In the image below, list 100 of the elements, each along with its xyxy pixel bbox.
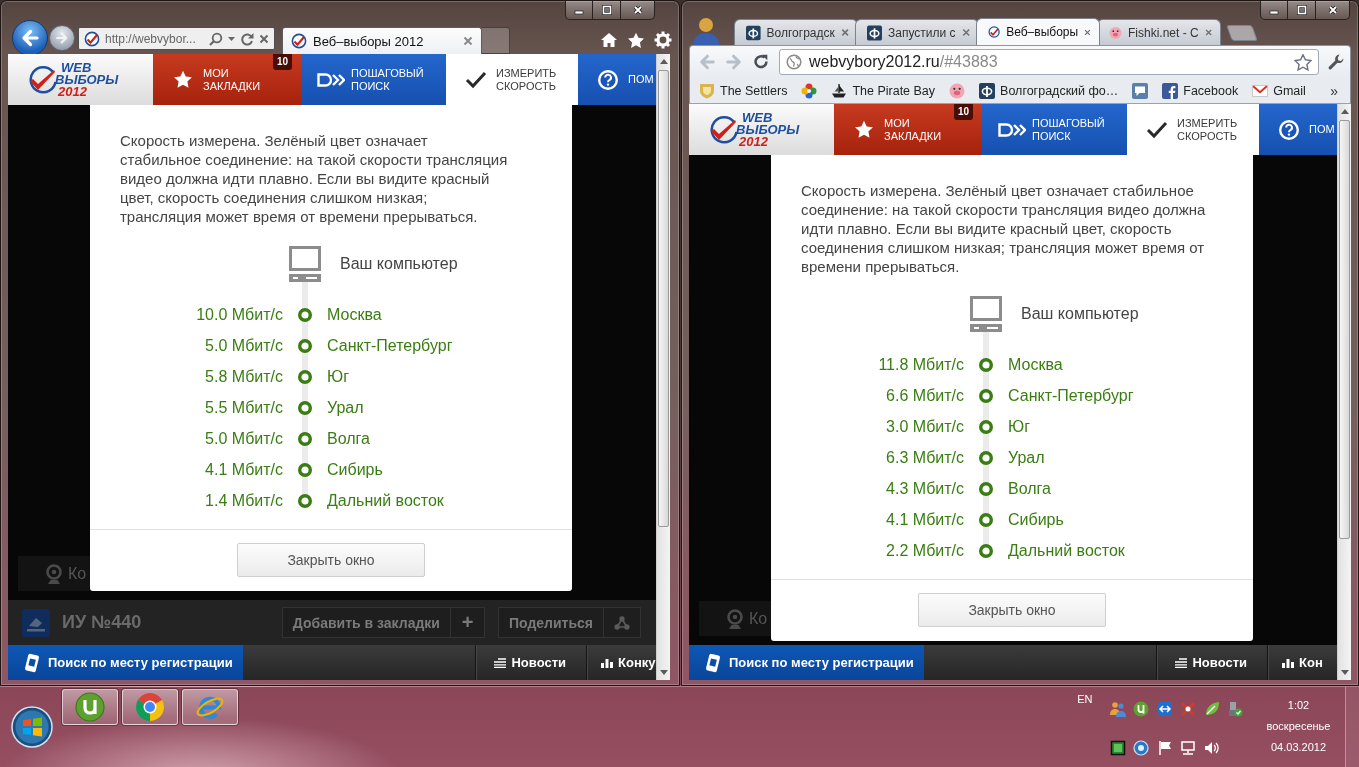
menu-tab[interactable]: ПОМ xyxy=(1259,104,1337,155)
region-name: Сибирь xyxy=(1008,510,1065,529)
clock-time[interactable]: 1:02 xyxy=(1287,699,1310,712)
close-icon[interactable] xyxy=(840,28,849,37)
scroll-thumb[interactable] xyxy=(658,70,669,528)
more-bookmarks-button[interactable]: » xyxy=(1330,82,1338,99)
menu-tab[interactable]: ПОШАГОВЫЙ ПОИСК xyxy=(301,54,446,105)
close-icon[interactable] xyxy=(1204,28,1212,37)
wrench-icon[interactable] xyxy=(1327,53,1345,71)
list-icon xyxy=(1175,657,1188,668)
close-dialog-button[interactable]: Закрыть окно xyxy=(237,543,425,577)
region-name: Дальний восток xyxy=(327,491,445,510)
users-icon[interactable] xyxy=(1109,701,1126,717)
browser-tab[interactable]: Волгоградск xyxy=(734,19,858,45)
leaf-icon[interactable] xyxy=(1203,701,1220,717)
language-indicator[interactable]: EN xyxy=(1077,693,1093,705)
bar-chart-icon xyxy=(1282,657,1294,668)
back-icon xyxy=(20,28,40,48)
cross-icon[interactable] xyxy=(1180,701,1196,717)
browser-tab[interactable]: Fishki.net - С xyxy=(1097,19,1221,45)
remote-icon[interactable] xyxy=(1156,701,1173,717)
new-tab-button[interactable] xyxy=(1226,25,1258,41)
menu-tab[interactable]: МОИ ЗАКЛАДКИ 10 xyxy=(834,104,982,155)
maximize-button[interactable] xyxy=(1288,1,1316,20)
menu-tab[interactable]: ИЗМЕРИТЬ СКОРОСТЬ xyxy=(446,54,578,105)
close-icon[interactable] xyxy=(463,36,473,46)
circle-icon[interactable] xyxy=(1133,740,1149,756)
caret-icon[interactable] xyxy=(228,36,235,41)
add-bookmark-button[interactable]: Добавить в закладки xyxy=(281,607,451,638)
network-icon[interactable] xyxy=(1180,740,1196,756)
logo-panel[interactable]: WEB ВЫБОРЫ 2012 xyxy=(8,54,153,105)
maximize-button[interactable] xyxy=(593,1,621,20)
menu-tab[interactable]: МОИ ЗАКЛАДКИ 10 xyxy=(153,54,301,105)
logo-check-icon xyxy=(27,64,57,95)
logo-panel[interactable]: WEB ВЫБОРЫ 2012 xyxy=(689,104,834,155)
home-icon[interactable] xyxy=(600,32,618,48)
forward-icon xyxy=(55,31,69,45)
square-icon[interactable] xyxy=(1109,740,1126,756)
close-icon[interactable] xyxy=(259,33,269,44)
region-name: Москва xyxy=(327,305,383,324)
count-badge: 10 xyxy=(272,54,292,70)
minimize-button[interactable] xyxy=(565,1,593,20)
footer-link[interactable]: Новости xyxy=(1156,645,1267,680)
speed-value: 5.0 Мбит/с xyxy=(205,429,283,448)
browser-tab[interactable]: Запустили с xyxy=(855,19,979,45)
bookmark-star-icon[interactable] xyxy=(1294,53,1312,71)
menu-tab[interactable]: ПОШАГОВЫЙ ПОИСК xyxy=(982,104,1127,155)
star-icon[interactable] xyxy=(627,31,645,49)
refresh-icon[interactable] xyxy=(240,31,254,46)
speed-value: 3.0 Мбит/с xyxy=(886,417,964,436)
menu-tab[interactable]: ИЗМЕРИТЬ СКОРОСТЬ xyxy=(1127,104,1259,155)
taskbar-app-button[interactable] xyxy=(62,689,118,725)
registration-search-button[interactable]: Поиск по месту регистрации xyxy=(8,645,243,680)
share-button[interactable]: Поделиться xyxy=(497,607,604,638)
close-button[interactable] xyxy=(1316,1,1350,20)
minimize-button[interactable] xyxy=(1260,1,1288,20)
bookmark-link[interactable]: The Settlers xyxy=(694,79,793,102)
search-icon[interactable] xyxy=(209,31,223,46)
close-icon[interactable] xyxy=(961,28,970,37)
speaker-icon[interactable] xyxy=(1203,740,1220,756)
footer-link[interactable]: Новости xyxy=(475,645,586,680)
disc-logo-icon[interactable] xyxy=(1133,701,1149,717)
flag-icon[interactable] xyxy=(1156,740,1173,756)
registration-search-button[interactable]: Поиск по месту регистрации xyxy=(689,645,924,680)
speed-value: 6.3 Мбит/с xyxy=(886,448,964,467)
region-name: Урал xyxy=(327,398,365,417)
taskbar-app-button[interactable] xyxy=(182,689,238,725)
close-button[interactable] xyxy=(621,1,655,20)
close-icon[interactable] xyxy=(1084,27,1091,37)
browser-tab[interactable]: Веб–выборы 2012 xyxy=(282,27,482,54)
bookmark-link[interactable]: Facebook xyxy=(1157,79,1244,102)
back-button[interactable] xyxy=(12,20,48,56)
reload-icon[interactable] xyxy=(752,53,770,71)
new-tab-button[interactable] xyxy=(482,27,510,54)
star-icon xyxy=(173,70,193,89)
plus-button[interactable]: + xyxy=(450,607,485,638)
bookmark-link[interactable]: Волгоградский фо… xyxy=(974,79,1124,102)
maximize-icon xyxy=(601,5,612,15)
share-icon-button[interactable] xyxy=(604,607,641,638)
region-name: Дальний восток xyxy=(1008,541,1126,560)
check-icon xyxy=(465,70,487,89)
avatar-icon[interactable] xyxy=(691,15,721,45)
scroll-thumb[interactable] xyxy=(1339,120,1350,539)
start-icon[interactable] xyxy=(11,706,53,748)
speed-value: 2.2 Мбит/с xyxy=(886,541,964,560)
bookmark-link[interactable]: The Pirate Bay xyxy=(826,79,941,102)
browser-tab[interactable]: Веб–выборы xyxy=(976,18,1100,45)
forum-logo-icon xyxy=(746,24,761,41)
logo-text: 2012 xyxy=(739,135,768,148)
taskbar-app-button[interactable] xyxy=(122,689,178,725)
menu-tab[interactable]: ПОМ xyxy=(578,54,656,105)
address-bar[interactable]: webvybory2012.ru/#43883 xyxy=(779,49,1319,75)
speed-value: 1.4 Мбит/с xyxy=(205,491,283,510)
settings-icon[interactable] xyxy=(654,31,672,49)
count-badge: 10 xyxy=(953,104,973,120)
close-dialog-button[interactable]: Закрыть окно xyxy=(918,593,1106,627)
address-bar[interactable]: http://webvybor... xyxy=(78,27,275,50)
bookmark-link[interactable]: Gmail xyxy=(1247,79,1311,102)
site-logo-icon xyxy=(291,33,307,49)
usb-check-icon[interactable] xyxy=(1227,701,1243,717)
